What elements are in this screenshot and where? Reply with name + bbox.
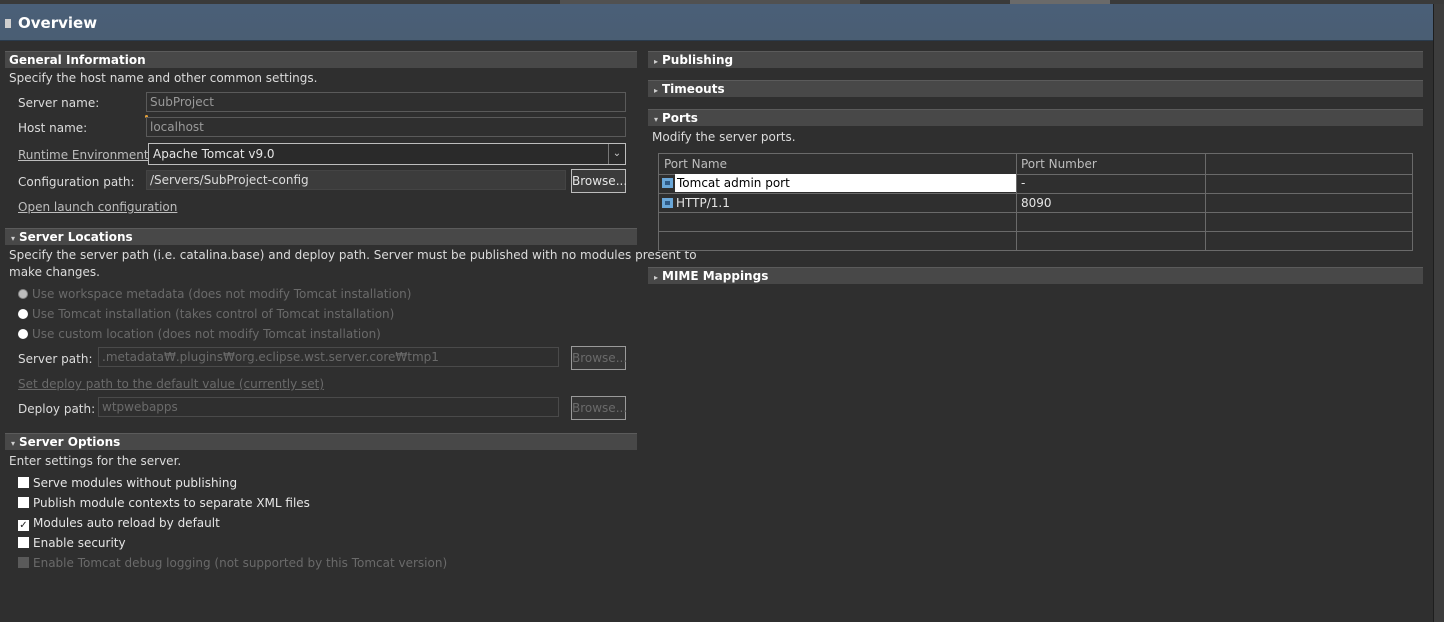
- host-name-label: Host name:: [18, 121, 88, 135]
- timeouts-header[interactable]: ▸ Timeouts: [648, 80, 1423, 97]
- general-information-title: General Information: [9, 53, 146, 67]
- configuration-path-label: Configuration path:: [18, 175, 135, 189]
- locations-description-line2: make changes.: [9, 265, 100, 279]
- editor-page-icon: [5, 19, 11, 28]
- options-description: Enter settings for the server.: [9, 454, 182, 468]
- radio-label: Use workspace metadata (does not modify …: [32, 287, 412, 301]
- radio-use-workspace-metadata[interactable]: Use workspace metadata (does not modify …: [18, 286, 411, 302]
- radio-use-tomcat-installation[interactable]: Use Tomcat installation (takes control o…: [18, 306, 394, 322]
- checkbox-checked-icon: ✓: [18, 520, 29, 531]
- server-name-label: Server name:: [18, 96, 100, 110]
- mime-mappings-header[interactable]: ▸ MIME Mappings: [648, 267, 1423, 284]
- enable-security-checkbox[interactable]: Enable security: [18, 535, 126, 551]
- checkbox-label: Enable security: [33, 536, 126, 550]
- publishing-title: Publishing: [662, 53, 734, 67]
- modules-auto-reload-checkbox[interactable]: ✓ Modules auto reload by default: [18, 515, 220, 531]
- checkbox-label: Enable Tomcat debug logging (not support…: [33, 556, 448, 570]
- vertical-scrollbar[interactable]: [1433, 4, 1444, 622]
- port-number-cell[interactable]: -: [1019, 174, 1199, 192]
- locations-description-line1: Specify the server path (i.e. catalina.b…: [9, 248, 697, 262]
- radio-unselected-icon: [18, 329, 28, 339]
- port-icon: [662, 198, 673, 208]
- open-launch-configuration-link[interactable]: Open launch configuration: [18, 200, 177, 214]
- configuration-path-input[interactable]: /Servers/SubProject-config: [146, 170, 566, 190]
- ports-table[interactable]: Port Name Port Number Tomcat admin port …: [658, 153, 1413, 251]
- server-options-header[interactable]: ▾ Server Options: [5, 433, 637, 450]
- port-number-value: -: [1021, 176, 1026, 190]
- port-icon: [662, 178, 673, 188]
- deploy-path-input[interactable]: wtpwebapps: [98, 397, 559, 417]
- column-divider: [1016, 154, 1017, 250]
- checkbox-unchecked-icon: [18, 537, 29, 548]
- checkbox-disabled-icon: [18, 557, 29, 568]
- expanded-twistie-icon: ▾: [653, 115, 658, 124]
- checkbox-label: Modules auto reload by default: [33, 516, 220, 530]
- set-deploy-path-default-link[interactable]: Set deploy path to the default value (cu…: [18, 377, 324, 391]
- column-port-name[interactable]: Port Name: [659, 154, 727, 174]
- runtime-environment-value: Apache Tomcat v9.0: [153, 147, 275, 161]
- checkbox-label: Publish module contexts to separate XML …: [33, 496, 310, 510]
- deploy-path-browse-button[interactable]: Browse...: [571, 396, 627, 420]
- radio-use-custom-location[interactable]: Use custom location (does not modify Tom…: [18, 326, 381, 342]
- enable-tomcat-debug-logging-checkbox[interactable]: Enable Tomcat debug logging (not support…: [18, 555, 447, 571]
- radio-label: Use Tomcat installation (takes control o…: [32, 307, 395, 321]
- row-divider: [659, 231, 1412, 232]
- ports-table-header: Port Name Port Number: [659, 154, 1412, 175]
- mime-mappings-title: MIME Mappings: [662, 269, 769, 283]
- radio-unselected-icon: [18, 309, 28, 319]
- configuration-browse-button[interactable]: Browse...: [571, 169, 627, 193]
- checkbox-unchecked-icon: [18, 477, 29, 488]
- radio-label: Use custom location (does not modify Tom…: [32, 327, 381, 341]
- column-port-number[interactable]: Port Number: [1016, 154, 1097, 174]
- checkbox-label: Serve modules without publishing: [33, 476, 238, 490]
- port-name-cell-editor[interactable]: Tomcat admin port: [675, 174, 1016, 192]
- ports-description: Modify the server ports.: [652, 130, 796, 144]
- server-locations-header[interactable]: ▾ Server Locations: [5, 228, 637, 245]
- column-divider: [1205, 154, 1206, 250]
- collapsed-twistie-icon: ▸: [653, 86, 658, 95]
- chevron-down-icon[interactable]: ⌄: [608, 144, 625, 164]
- publish-module-contexts-checkbox[interactable]: Publish module contexts to separate XML …: [18, 495, 310, 511]
- server-options-title: Server Options: [19, 435, 121, 449]
- server-path-input[interactable]: .metadata₩.plugins₩org.eclipse.wst.serve…: [98, 347, 559, 367]
- collapsed-twistie-icon: ▸: [653, 273, 658, 282]
- runtime-environment-link[interactable]: Runtime Environment:: [18, 148, 153, 162]
- publishing-header[interactable]: ▸ Publishing: [648, 51, 1423, 68]
- port-name-value: HTTP/1.1: [676, 196, 730, 210]
- host-name-input[interactable]: localhost: [146, 117, 626, 137]
- server-path-browse-button[interactable]: Browse...: [571, 346, 627, 370]
- serve-modules-without-publishing-checkbox[interactable]: Serve modules without publishing: [18, 475, 237, 491]
- ports-header[interactable]: ▾ Ports: [648, 109, 1423, 126]
- general-description: Specify the host name and other common s…: [9, 71, 318, 85]
- server-path-label: Server path:: [18, 352, 93, 366]
- ports-title: Ports: [662, 111, 698, 125]
- deploy-path-label: Deploy path:: [18, 402, 96, 416]
- port-number-cell[interactable]: 8090: [1019, 194, 1199, 212]
- expanded-twistie-icon: ▾: [10, 234, 15, 243]
- table-row[interactable]: HTTP/1.1: [660, 194, 1016, 212]
- row-divider: [659, 212, 1412, 213]
- page-title: Overview: [18, 14, 98, 32]
- collapsed-twistie-icon: ▸: [653, 57, 658, 66]
- server-name-input[interactable]: SubProject: [146, 92, 626, 112]
- expanded-twistie-icon: ▾: [10, 439, 15, 448]
- radio-selected-icon: [18, 289, 28, 299]
- overview-header: Overview: [0, 4, 1434, 41]
- general-information-header: General Information: [5, 51, 637, 68]
- server-locations-title: Server Locations: [19, 230, 133, 244]
- runtime-environment-combo[interactable]: Apache Tomcat v9.0 ⌄: [148, 143, 626, 165]
- timeouts-title: Timeouts: [662, 82, 725, 96]
- checkbox-unchecked-icon: [18, 497, 29, 508]
